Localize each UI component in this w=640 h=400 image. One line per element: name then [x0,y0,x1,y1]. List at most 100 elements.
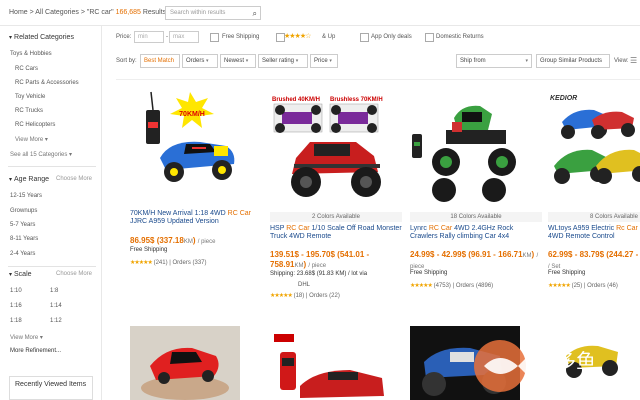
watermark: 网多鱼 wduoyu.com [462,338,638,398]
sort-caret-icon: ▾ [329,58,332,64]
app-only-label: App Only deals [371,34,412,40]
sort-best-match-button[interactable]: Best Match [140,54,180,68]
colors-available: 2 Colors Available [270,212,402,222]
sidebar-item-toys-hobbies[interactable]: Toys & Hobbies [10,51,52,57]
free-shipping-text: Free Shipping [130,247,168,253]
divider [8,166,96,167]
scale-option[interactable]: 1:12 [50,318,62,324]
recently-viewed-panel: Recently Viewed Items [9,376,93,400]
results-label: Results [142,9,167,16]
speed-badge: 70KM/H [179,111,205,118]
view-more-scale[interactable]: View More ▾ [10,334,43,341]
price-min-input[interactable]: min [134,31,164,43]
scale-option[interactable]: 1:18 [10,318,22,324]
sort-caret-icon: ▾ [206,58,209,64]
product-card[interactable]: Brushed 40KM/H Brushless 70KM/H 2 Colors… [270,86,402,316]
age-option[interactable]: 8-11 Years [10,236,38,242]
product-image[interactable]: 70KM/H [130,86,262,204]
scale-option[interactable]: 1:10 [10,288,22,294]
product-title[interactable]: WLtoys A959 Electric Rc Car 1/18 2.4Ghz … [548,225,640,241]
age-option[interactable]: 2-4 Years [10,251,35,257]
age-option[interactable]: 5-7 Years [10,222,35,228]
list-view-icon[interactable]: ☰ [630,56,637,65]
top-bar: Home > All Categories > "RC car" 166,685… [0,0,640,26]
product-image[interactable]: KEDIOR [548,86,640,204]
product-card[interactable]: KEDIOR 8 Colors Available WLtoys A959 El… [548,86,640,316]
collapse-arrow-icon[interactable]: ▾ [9,35,12,41]
shipping-carrier: DHL [298,282,311,288]
watermark-logo: 网多鱼 wduoyu.com [474,340,596,392]
rating-stars-icon: ★★★★★ [130,260,153,266]
ship-from-select[interactable]: Ship from ▾ [456,54,532,68]
scale-heading[interactable]: ▾ Scale [9,271,32,278]
sort-newest-button[interactable]: Newest ▾ [220,54,256,68]
free-shipping-text: Free Shipping [410,270,448,276]
sidebar-item-rc-parts[interactable]: RC Parts & Accessories [15,80,79,86]
product-title[interactable]: Lynrc RC Car 4WD 2.4GHz Rock Crawlers Ra… [410,225,542,241]
sort-seller-rating-button[interactable]: Seller rating ▾ [258,54,308,68]
search-icon[interactable]: ⌕ [253,9,257,19]
chevron-down-icon: ▾ [39,335,43,341]
product-card[interactable]: 70KM/H 70KM/H New Arrival 1:18 4WD RC Ca… [130,86,262,316]
domestic-returns-checkbox[interactable] [425,33,434,42]
product-title[interactable]: 70KM/H New Arrival 1:18 4WD RC Car JJRC … [130,210,262,226]
sort-orders-button[interactable]: Orders ▾ [182,54,218,68]
group-similar-button[interactable]: Group Similar Products [536,54,610,68]
scale-option[interactable]: 1:8 [50,288,58,294]
collapse-arrow-icon[interactable]: ▾ [9,272,12,278]
domestic-returns-label: Domestic Returns [436,34,484,40]
scale-option[interactable]: 1:16 [10,303,22,309]
breadcrumb: Home > All Categories > "RC car" 166,685… [9,9,167,16]
sidebar: ▾ Related Categories Toys & Hobbies RC Ca… [0,26,102,400]
product-image[interactable] [130,326,240,400]
product-image[interactable] [410,86,542,204]
rating-stars-icon: ★★★★★ [548,283,571,289]
age-option[interactable]: 12-15 Years [10,193,42,199]
price-max-input[interactable]: max [169,31,199,43]
collapse-arrow-icon[interactable]: ▾ [9,177,12,183]
view-more-categories[interactable]: View More ▾ [15,136,48,143]
product-image[interactable]: Brushed 40KM/H Brushless 70KM/H [270,86,402,204]
chevron-down-icon: ▾ [44,137,48,143]
product-card[interactable]: 18 Colors Available Lynrc RC Car 4WD 2.4… [410,86,542,316]
watermark-url: wduoyu.com [535,376,592,387]
sidebar-item-rc-helicopters[interactable]: RC Helicopters [15,122,55,128]
sidebar-item-toy-vehicle[interactable]: Toy Vehicle [15,94,45,100]
free-shipping-label: Free Shipping [222,34,260,40]
app-only-checkbox[interactable] [360,33,369,42]
product-price: 139.51$ - 195.70$ (541.01 - 758.91KM) / … [270,250,370,269]
colors-available: 8 Colors Available [548,212,640,222]
sort-price-button[interactable]: Price ▾ [310,54,338,68]
chevron-down-icon: ▾ [525,58,528,64]
related-categories-heading[interactable]: ▾ Related Categories [9,34,74,41]
product-price: 24.99$ - 42.99$ (96.91 - 166.71KM) / pie… [410,250,539,270]
sidebar-item-rc-cars[interactable]: RC Cars [15,66,38,72]
more-refinement-link[interactable]: More Refinement... [10,348,61,354]
product-image[interactable] [270,326,390,400]
price-label: Price: [116,34,132,40]
divider [8,266,96,267]
product-card-clip: KEDIOR 8 Colors Available WLtoys A959 El… [548,86,640,316]
sort-by-label: Sort by: [116,58,137,64]
age-range-heading[interactable]: ▾ Age Range [9,176,49,183]
sidebar-item-rc-trucks[interactable]: RC Trucks [15,108,43,114]
age-choose-more[interactable]: Choose More [56,176,92,182]
product-rating: ★★★★★ (4753) | Orders (4896) [410,283,494,289]
search-within-input[interactable]: Search within results ⌕ [165,6,261,20]
see-all-categories-link[interactable]: See all 15 Categories ▾ [10,151,72,158]
shipping-cost: Shipping: 23.68$ (91.83 KM) / lot via [270,271,368,277]
brushless-label: Brushless 70KM/H [330,97,383,103]
filter-bar: Price: min - max Free Shipping ★★★★☆ & U… [116,31,640,49]
free-shipping-text: Free Shipping [548,270,586,276]
free-shipping-checkbox[interactable] [210,33,219,42]
age-option[interactable]: Grownups [10,208,37,214]
product-title[interactable]: HSP RC Car 1/10 Scale Off Road Monster T… [270,225,402,241]
sort-caret-icon: ▾ [295,58,299,64]
sort-caret-icon: ▾ [245,58,249,64]
brand-logo: KEDIOR [550,95,577,102]
scale-choose-more[interactable]: Choose More [56,271,92,277]
scale-option[interactable]: 1:14 [50,303,62,309]
breadcrumb-home[interactable]: Home [9,9,28,16]
breadcrumb-all-categories[interactable]: All Categories [35,9,79,16]
view-label: View: [614,58,629,64]
